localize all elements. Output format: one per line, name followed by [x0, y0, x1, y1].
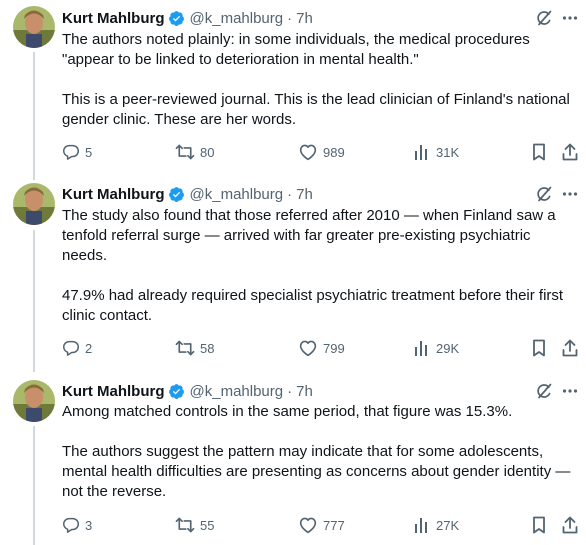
tweet-text: The study also found that those referred…: [62, 206, 578, 326]
share-button[interactable]: [562, 338, 578, 358]
like-button[interactable]: 989: [298, 142, 345, 162]
like-icon: [299, 517, 317, 534]
tweet-actions: 5 80 989 31K: [62, 142, 582, 162]
avatar[interactable]: [13, 6, 55, 48]
like-count: 777: [323, 517, 345, 533]
bookmark-icon: [533, 516, 545, 534]
like-icon: [299, 340, 317, 357]
separator-dot: ·: [287, 9, 293, 27]
repost-count: 55: [200, 517, 215, 533]
tweet-text: Among matched controls in the same perio…: [62, 402, 578, 502]
reply-icon: [62, 144, 80, 160]
author-handle[interactable]: @k_mahlburg: [190, 383, 284, 400]
tweet-paragraph: The study also found that those referred…: [62, 207, 556, 264]
views-icon: [415, 145, 427, 160]
timestamp[interactable]: 7h: [296, 186, 313, 203]
avatar[interactable]: [13, 380, 55, 422]
share-button[interactable]: [562, 515, 578, 535]
repost-button[interactable]: 55: [175, 515, 214, 535]
tweet-header: Kurt Mahlburg @k_mahlburg · 7h: [62, 381, 313, 401]
tweet-header: Kurt Mahlburg @k_mahlburg · 7h: [62, 184, 313, 204]
repost-count: 58: [200, 340, 215, 356]
separator-dot: ·: [287, 185, 293, 203]
author-name[interactable]: Kurt Mahlburg: [62, 186, 165, 203]
author-name[interactable]: Kurt Mahlburg: [62, 383, 165, 400]
grok-icon[interactable]: [535, 9, 553, 27]
author-handle[interactable]: @k_mahlburg: [190, 10, 284, 27]
conversation-thread: Kurt Mahlburg @k_mahlburg · 7h The autho…: [0, 0, 586, 545]
view-count: 29K: [436, 340, 460, 356]
like-icon: [299, 144, 317, 161]
share-icon: [562, 516, 578, 534]
like-button[interactable]: 799: [298, 338, 345, 358]
reply-button[interactable]: 5: [62, 142, 92, 162]
view-count: 27K: [436, 517, 460, 533]
tweet-paragraph: The authors suggest the pattern may indi…: [62, 443, 571, 500]
like-count: 799: [323, 340, 345, 356]
reply-icon: [62, 340, 80, 356]
reply-button[interactable]: 2: [62, 338, 92, 358]
share-icon: [562, 143, 578, 161]
tweet-actions: 2 58 799 29K: [62, 338, 582, 358]
repost-icon: [175, 517, 195, 533]
views-button[interactable]: 27K: [413, 515, 459, 535]
views-icon: [415, 341, 427, 356]
more-icon[interactable]: [562, 382, 578, 400]
repost-button[interactable]: 58: [175, 338, 214, 358]
more-icon[interactable]: [562, 185, 578, 203]
tweet[interactable]: Kurt Mahlburg @k_mahlburg · 7h Among mat…: [0, 376, 586, 545]
reply-icon: [62, 517, 80, 533]
tweet-header: Kurt Mahlburg @k_mahlburg · 7h: [62, 8, 313, 28]
tweet-paragraph: The authors noted plainly: in some indiv…: [62, 31, 530, 68]
tweet-paragraph: This is a peer-reviewed journal. This is…: [62, 91, 570, 128]
verified-badge-icon[interactable]: [168, 186, 185, 203]
reply-count: 5: [85, 144, 93, 160]
tweet[interactable]: Kurt Mahlburg @k_mahlburg · 7h The autho…: [0, 0, 586, 178]
more-icon[interactable]: [562, 9, 578, 27]
author-handle[interactable]: @k_mahlburg: [190, 186, 284, 203]
bookmark-button[interactable]: [531, 515, 547, 535]
timestamp[interactable]: 7h: [296, 383, 313, 400]
repost-icon: [175, 144, 195, 160]
tweet-paragraph: 47.9% had already required specialist ps…: [62, 287, 564, 324]
share-icon: [562, 339, 578, 357]
tweet-actions: 3 55 777 27K: [62, 515, 582, 535]
share-button[interactable]: [562, 142, 578, 162]
views-button[interactable]: 31K: [413, 142, 459, 162]
avatar[interactable]: [13, 183, 55, 225]
reply-count: 2: [85, 340, 93, 356]
like-button[interactable]: 777: [298, 515, 345, 535]
bookmark-button[interactable]: [531, 338, 547, 358]
views-button[interactable]: 29K: [413, 338, 459, 358]
tweet[interactable]: Kurt Mahlburg @k_mahlburg · 7h The study…: [0, 178, 586, 376]
repost-button[interactable]: 80: [175, 142, 214, 162]
reply-count: 3: [85, 517, 93, 533]
bookmark-button[interactable]: [531, 142, 547, 162]
bookmark-icon: [533, 339, 545, 357]
views-icon: [415, 518, 427, 533]
grok-icon[interactable]: [535, 185, 553, 203]
author-name[interactable]: Kurt Mahlburg: [62, 10, 165, 27]
separator-dot: ·: [287, 382, 293, 400]
repost-count: 80: [200, 144, 215, 160]
like-count: 989: [323, 144, 345, 160]
tweet-text: The authors noted plainly: in some indiv…: [62, 30, 578, 130]
timestamp[interactable]: 7h: [296, 10, 313, 27]
verified-badge-icon[interactable]: [168, 10, 185, 27]
view-count: 31K: [436, 144, 460, 160]
repost-icon: [175, 340, 195, 356]
reply-button[interactable]: 3: [62, 515, 92, 535]
bookmark-icon: [533, 143, 545, 161]
verified-badge-icon[interactable]: [168, 383, 185, 400]
grok-icon[interactable]: [535, 382, 553, 400]
tweet-paragraph: Among matched controls in the same perio…: [62, 403, 513, 420]
